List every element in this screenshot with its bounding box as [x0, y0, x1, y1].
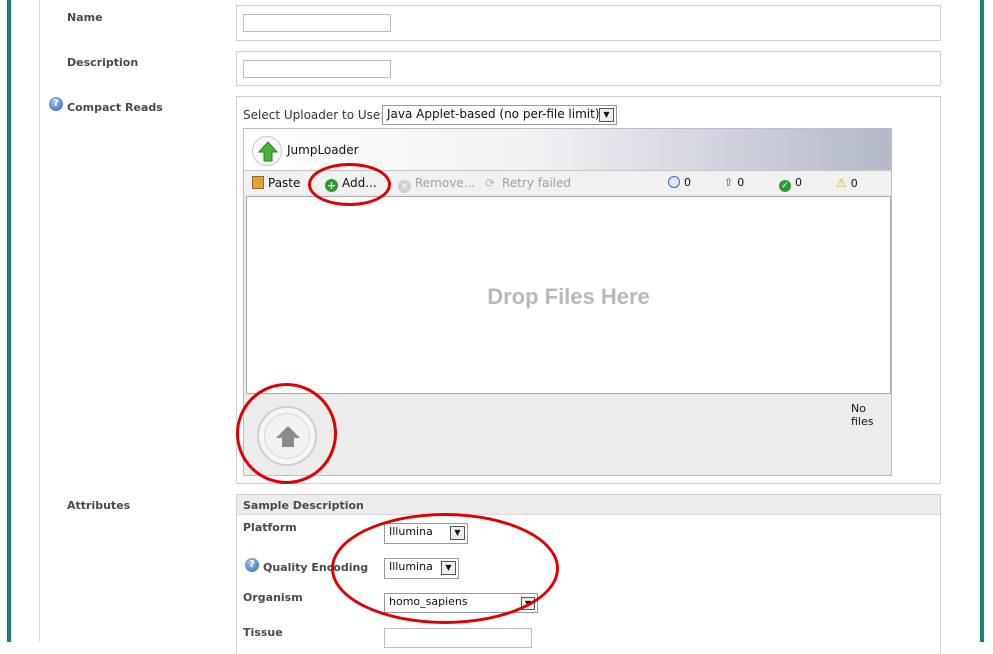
- jumploader-logo-icon: [252, 136, 282, 166]
- description-input[interactable]: [243, 60, 391, 78]
- attributes-label: Attributes: [67, 499, 131, 512]
- compact-reads-label: Compact Reads: [67, 101, 163, 114]
- remove-label: Remove...: [415, 176, 476, 190]
- warning-icon: ⚠: [836, 176, 847, 190]
- finished-count: 0: [795, 176, 802, 189]
- highlight-circle-upload: [236, 383, 337, 484]
- highlight-circle-add: [308, 163, 391, 206]
- quality-encoding-help-icon[interactable]: ?: [245, 558, 259, 572]
- clock-icon: [668, 176, 680, 188]
- jumploader-title: JumpLoader: [287, 143, 359, 157]
- drop-zone[interactable]: Drop Files Here: [246, 196, 891, 394]
- remove-button[interactable]: × Remove...: [398, 176, 475, 193]
- content-left-border: [39, 0, 40, 642]
- finished-counter: ✓ 0: [779, 176, 802, 192]
- refresh-icon: ⟳: [485, 176, 496, 190]
- check-circle-icon: ✓: [779, 180, 791, 192]
- remove-circle-icon: ×: [398, 180, 411, 193]
- organism-label: Organism: [243, 591, 303, 604]
- pending-counter: 0: [668, 176, 691, 189]
- uploading-counter: ⇧ 0: [724, 176, 744, 189]
- file-status: No files: [851, 402, 874, 428]
- retry-failed-button[interactable]: ⟳ Retry failed: [485, 176, 571, 190]
- name-input[interactable]: [243, 14, 391, 32]
- up-arrow-icon: ⇧: [724, 176, 734, 189]
- name-label: Name: [67, 11, 103, 24]
- chevron-down-icon: ▼: [599, 108, 614, 122]
- description-label: Description: [67, 56, 139, 69]
- pending-count: 0: [684, 176, 691, 189]
- paste-button[interactable]: Paste: [252, 176, 300, 190]
- highlight-circle-sample: [331, 513, 559, 624]
- uploader-select[interactable]: Java Applet-based (no per-file limit) ▼: [382, 105, 617, 125]
- failed-counter: ⚠ 0: [836, 176, 858, 190]
- tissue-label: Tissue: [243, 626, 283, 639]
- page-frame-right: [980, 0, 984, 642]
- tissue-input[interactable]: [384, 628, 532, 648]
- clipboard-icon: [252, 176, 264, 189]
- platform-label: Platform: [243, 521, 297, 534]
- sample-description-header: Sample Description: [237, 495, 940, 515]
- retry-label: Retry failed: [502, 176, 571, 190]
- drop-zone-text: Drop Files Here: [487, 284, 650, 309]
- compact-reads-help-icon[interactable]: ?: [49, 97, 63, 111]
- paste-label: Paste: [268, 176, 301, 190]
- uploader-select-value: Java Applet-based (no per-file limit): [387, 107, 600, 121]
- page-frame-left: [7, 0, 11, 642]
- uploading-count: 0: [737, 176, 745, 189]
- uploader-select-label: Select Uploader to Use:: [243, 108, 385, 122]
- failed-count: 0: [850, 177, 858, 190]
